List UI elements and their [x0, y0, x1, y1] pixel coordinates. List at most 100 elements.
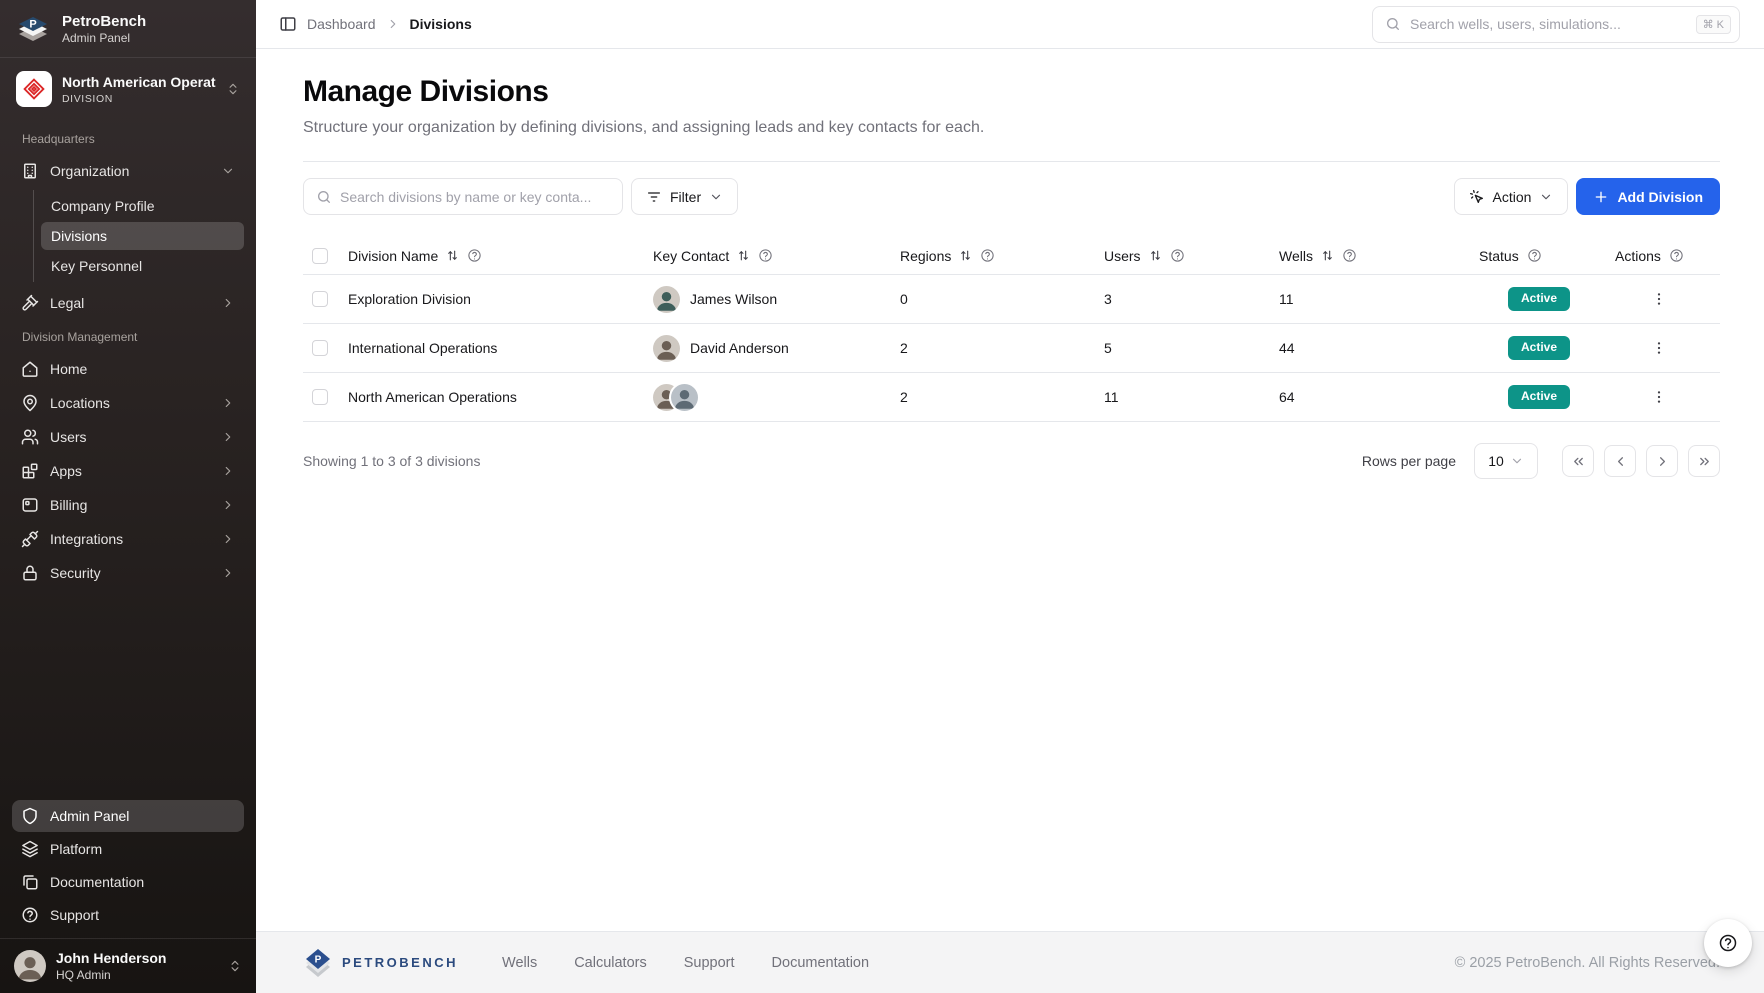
sidebar-item-billing[interactable]: Billing: [12, 489, 244, 521]
sidebar-toggle-icon[interactable]: [279, 15, 297, 33]
last-page-button[interactable]: [1688, 445, 1720, 477]
column-header-key-contact: Key Contact: [653, 248, 729, 264]
sidebar-item-label: Locations: [50, 395, 110, 411]
sidebar-item-admin-panel[interactable]: Admin Panel: [12, 800, 244, 832]
chevron-right-icon: [221, 498, 235, 512]
help-circle-icon[interactable]: [1170, 248, 1185, 263]
chevron-down-icon: [1510, 454, 1524, 468]
global-search-input[interactable]: [1410, 16, 1687, 32]
help-circle-icon[interactable]: [758, 248, 773, 263]
plus-icon: [1593, 189, 1609, 205]
column-header-status: Status: [1479, 248, 1519, 264]
sidebar-item-documentation[interactable]: Documentation: [12, 866, 244, 898]
contact-name: David Anderson: [690, 340, 789, 356]
row-checkbox[interactable]: [312, 291, 328, 307]
help-circle-icon[interactable]: [1527, 248, 1542, 263]
sort-icon[interactable]: [737, 249, 750, 262]
sidebar-item-label: Organization: [50, 163, 129, 179]
sidebar-item-users[interactable]: Users: [12, 421, 244, 453]
help-circle-icon[interactable]: [467, 248, 482, 263]
sidebar-item-platform[interactable]: Platform: [12, 833, 244, 865]
sidebar-item-home[interactable]: Home: [12, 353, 244, 385]
division-switcher[interactable]: North American Operations DIVISION: [8, 66, 248, 112]
footer-link-documentation[interactable]: Documentation: [772, 955, 870, 971]
sort-icon[interactable]: [446, 249, 459, 262]
table-row: International Operations David Anderson …: [303, 324, 1720, 373]
rows-per-page-label: Rows per page: [1362, 453, 1456, 469]
sidebar-nav: Headquarters Organization Company Profil…: [0, 114, 256, 938]
sidebar-item-security[interactable]: Security: [12, 557, 244, 589]
global-search[interactable]: ⌘ K: [1372, 6, 1740, 43]
action-button[interactable]: Action: [1454, 178, 1569, 215]
footer-link-support[interactable]: Support: [684, 955, 735, 971]
layers-icon: [21, 840, 39, 858]
first-page-button[interactable]: [1562, 445, 1594, 477]
page-title: Manage Divisions: [303, 75, 1720, 109]
brand-header: P PetroBench Admin Panel: [0, 0, 256, 58]
column-header-users: Users: [1104, 248, 1141, 264]
division-name: North American Operations: [62, 74, 216, 90]
action-label: Action: [1493, 189, 1532, 205]
chevrons-up-down-icon: [228, 959, 242, 973]
sidebar-item-label: Support: [50, 907, 99, 923]
help-circle-icon[interactable]: [1342, 248, 1357, 263]
chevron-right-icon: [221, 464, 235, 478]
users-cell: 5: [1104, 340, 1279, 356]
help-fab-button[interactable]: [1704, 919, 1752, 967]
table-toolbar: Filter Action Add Division: [303, 178, 1720, 215]
section-label-headquarters: Headquarters: [12, 122, 244, 154]
contact-avatar: [671, 384, 698, 411]
building-icon: [21, 162, 39, 180]
column-header-actions: Actions: [1615, 248, 1661, 264]
sort-icon[interactable]: [1149, 249, 1162, 262]
row-actions-menu-icon[interactable]: [1645, 285, 1673, 313]
footer-link-calculators[interactable]: Calculators: [574, 955, 647, 971]
table-header-row: Division Name Key Contact Regions Users: [303, 237, 1720, 275]
petrobench-logo-icon: P: [14, 10, 52, 48]
sidebar-item-legal[interactable]: Legal: [12, 287, 244, 319]
division-name-cell: North American Operations: [348, 389, 653, 405]
user-menu[interactable]: John Henderson HQ Admin: [0, 938, 256, 993]
wells-cell: 64: [1279, 389, 1479, 405]
divisions-search[interactable]: [303, 178, 623, 215]
select-all-checkbox[interactable]: [312, 248, 328, 264]
status-badge: Active: [1508, 336, 1570, 360]
sidebar-item-apps[interactable]: Apps: [12, 455, 244, 487]
next-page-button[interactable]: [1646, 445, 1678, 477]
row-actions-menu-icon[interactable]: [1645, 334, 1673, 362]
sort-icon[interactable]: [1321, 249, 1334, 262]
column-header-regions: Regions: [900, 248, 951, 264]
documents-icon: [21, 873, 39, 891]
row-checkbox[interactable]: [312, 340, 328, 356]
chevron-down-icon: [709, 190, 723, 204]
filter-button[interactable]: Filter: [631, 178, 738, 215]
user-role: HQ Admin: [56, 968, 218, 982]
column-header-wells: Wells: [1279, 248, 1313, 264]
rows-per-page-select[interactable]: 10: [1474, 443, 1538, 479]
add-division-button[interactable]: Add Division: [1576, 178, 1720, 215]
regions-cell: 2: [900, 389, 1104, 405]
row-actions-menu-icon[interactable]: [1645, 383, 1673, 411]
sidebar-item-label: Documentation: [50, 874, 144, 890]
sort-icon[interactable]: [959, 249, 972, 262]
chevron-right-icon: [221, 296, 235, 310]
previous-page-button[interactable]: [1604, 445, 1636, 477]
wells-cell: 44: [1279, 340, 1479, 356]
sidebar-item-integrations[interactable]: Integrations: [12, 523, 244, 555]
sidebar-item-locations[interactable]: Locations: [12, 387, 244, 419]
help-circle-icon[interactable]: [1669, 248, 1684, 263]
divisions-search-input[interactable]: [340, 189, 610, 205]
breadcrumb-dashboard[interactable]: Dashboard: [307, 16, 376, 32]
footer-link-wells[interactable]: Wells: [502, 955, 537, 971]
sidebar-item-divisions[interactable]: Divisions: [41, 222, 244, 250]
sidebar-item-label: Apps: [50, 463, 82, 479]
sidebar-item-organization[interactable]: Organization: [12, 155, 244, 187]
search-icon: [316, 189, 332, 205]
help-circle-icon[interactable]: [980, 248, 995, 263]
sidebar-item-key-personnel[interactable]: Key Personnel: [41, 252, 244, 280]
sidebar-item-support[interactable]: Support: [12, 899, 244, 931]
contact-avatar: [653, 335, 680, 362]
sidebar-item-company-profile[interactable]: Company Profile: [41, 192, 244, 220]
regions-cell: 2: [900, 340, 1104, 356]
row-checkbox[interactable]: [312, 389, 328, 405]
